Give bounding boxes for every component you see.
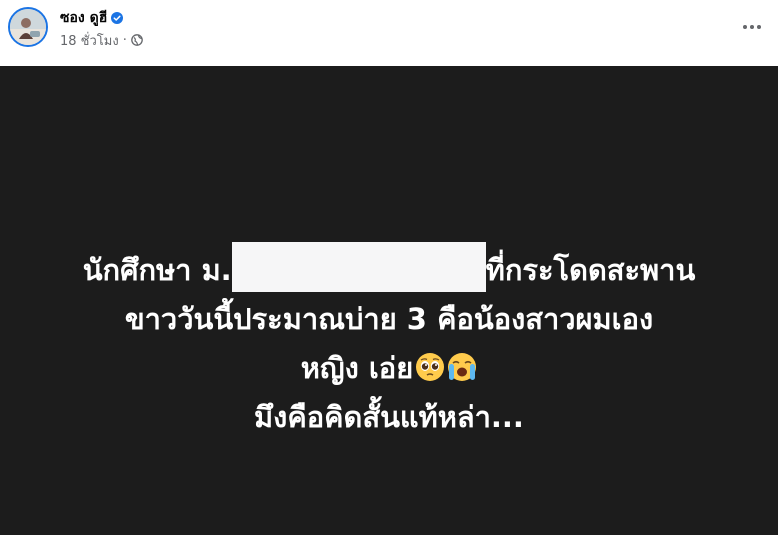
post-timestamp[interactable]: 18 ชั่วโมง: [60, 30, 119, 51]
author-name[interactable]: ซอง ดูฮี: [60, 7, 107, 29]
pleading-face-emoji-icon: [416, 353, 445, 381]
avatar-photo: [10, 9, 46, 45]
avatar[interactable]: [8, 7, 48, 47]
post-meta: 18 ชั่วโมง ·: [60, 31, 143, 49]
post-text-background: นักศึกษา ม. ที่กระโดดสะพาน ขาววันนี้ประมา…: [0, 66, 778, 535]
author-row: ซอง ดูฮี: [60, 7, 124, 29]
post-text-line-3: หญิง เอ่ย: [0, 344, 778, 393]
verified-badge-icon: [111, 12, 124, 24]
post-options-button[interactable]: [734, 12, 770, 42]
facebook-post: ซอง ดูฮี 18 ชั่วโมง · นักศึกษา ม. ที่กระ…: [0, 0, 778, 535]
post-text-line-4: มึงคือคิดสั้นแท้หล่า...: [254, 400, 524, 434]
post-header: ซอง ดูฮี 18 ชั่วโมง ·: [0, 0, 778, 66]
more-horizontal-icon: [743, 25, 761, 29]
post-text-line-3-text: หญิง เอ่ย: [300, 351, 414, 385]
redacted-block: [231, 242, 486, 292]
meta-separator: ·: [122, 32, 127, 48]
post-text-line-1: นักศึกษา ม. ที่กระโดดสะพาน: [0, 242, 778, 295]
loudly-crying-face-emoji-icon: [448, 353, 477, 381]
post-text-line-1-end: ที่กระโดดสะพาน: [485, 253, 696, 287]
post-text: นักศึกษา ม. ที่กระโดดสะพาน ขาววันนี้ประมา…: [0, 242, 778, 442]
public-globe-icon[interactable]: [130, 34, 143, 46]
post-text-line-2: ขาววันนี้ประมาณบ่าย 3 คือน้องสาวผมเอง: [124, 302, 654, 336]
post-text-line-1-start: นักศึกษา ม.: [82, 253, 232, 287]
